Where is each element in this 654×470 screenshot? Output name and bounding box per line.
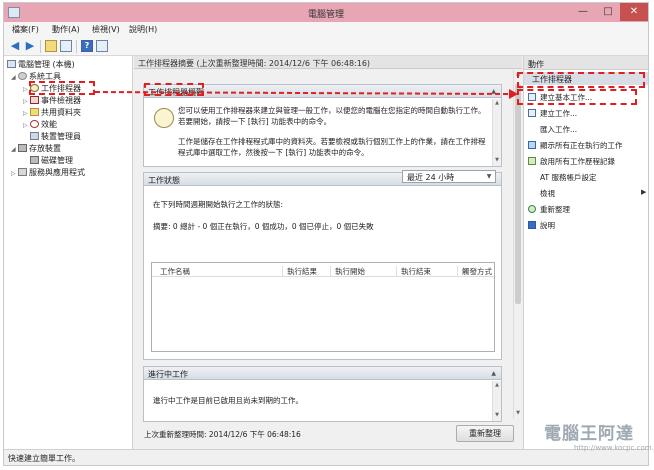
watermark: 電腦王阿達 http://www.kocpc.com.tw <box>544 419 654 463</box>
computer-management-window: 電腦管理 — □ ✕ 檔案(F) 動作(A) 檢視(V) 說明(H) ◀ ▶ ?… <box>3 2 649 466</box>
watermark-brand: 電腦王阿達 <box>544 424 634 444</box>
watermark-url: http://www.kocpc.com.tw <box>574 444 654 452</box>
annotation-arrow-head <box>509 89 518 99</box>
annotation-arrow <box>94 89 518 99</box>
annotation-arrow-line <box>94 91 510 95</box>
